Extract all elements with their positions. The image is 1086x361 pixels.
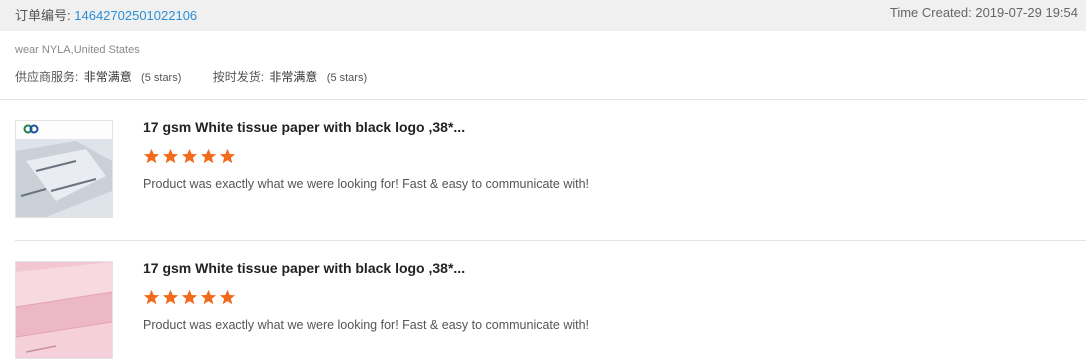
white-tissue-paper-image <box>16 121 112 217</box>
star-rating <box>143 289 238 311</box>
star-icon <box>219 148 236 164</box>
order-header: 订单编号: 14642702501022106 Time Created: 20… <box>0 0 1086 31</box>
review-item: 17 gsm White tissue paper with black log… <box>0 100 1086 220</box>
star-icon <box>143 148 160 164</box>
star-icon <box>162 148 179 164</box>
product-thumbnail[interactable] <box>15 120 113 218</box>
star-icon <box>219 289 236 305</box>
order-number-row: 订单编号: 14642702501022106 <box>15 5 197 24</box>
order-number-link[interactable]: 14642702501022106 <box>74 8 197 23</box>
product-title-link[interactable]: 17 gsm White tissue paper with black log… <box>143 119 465 135</box>
star-icon <box>181 148 198 164</box>
seller-ratings: 供应商服务: 非常满意 (5 stars) 按时发货: 非常满意 (5 star… <box>15 68 395 85</box>
order-number-label: 订单编号: <box>15 8 71 23</box>
star-icon <box>181 289 198 305</box>
rating-value: 非常满意 <box>269 70 318 84</box>
star-icon <box>200 148 217 164</box>
product-title-link[interactable]: 17 gsm White tissue paper with black log… <box>143 260 465 276</box>
review-comment: Product was exactly what we were looking… <box>143 177 590 191</box>
star-icon <box>200 289 217 305</box>
star-rating <box>143 148 238 170</box>
product-thumbnail[interactable] <box>15 261 113 359</box>
buyer-info: wear NYLA,United States <box>15 44 140 56</box>
star-icon <box>143 289 160 305</box>
rating-value: 非常满意 <box>83 70 132 84</box>
star-icon <box>162 289 179 305</box>
rating-stars-text: (5 stars) <box>326 72 368 84</box>
rating-label: 供应商服务: <box>15 70 79 84</box>
time-created: Time Created: 2019-07-29 19:54 <box>889 5 1078 20</box>
review-comment: Product was exactly what we were looking… <box>143 318 590 332</box>
rating-stars-text: (5 stars) <box>141 72 182 84</box>
rating-label: 按时发货: <box>212 70 265 84</box>
pink-tissue-paper-image <box>16 262 112 358</box>
on-time-delivery-rating: 按时发货: 非常满意 (5 stars) <box>213 68 367 85</box>
review-item: 17 gsm White tissue paper with black log… <box>0 241 1086 361</box>
supplier-service-rating: 供应商服务: 非常满意 (5 stars) <box>15 68 181 85</box>
